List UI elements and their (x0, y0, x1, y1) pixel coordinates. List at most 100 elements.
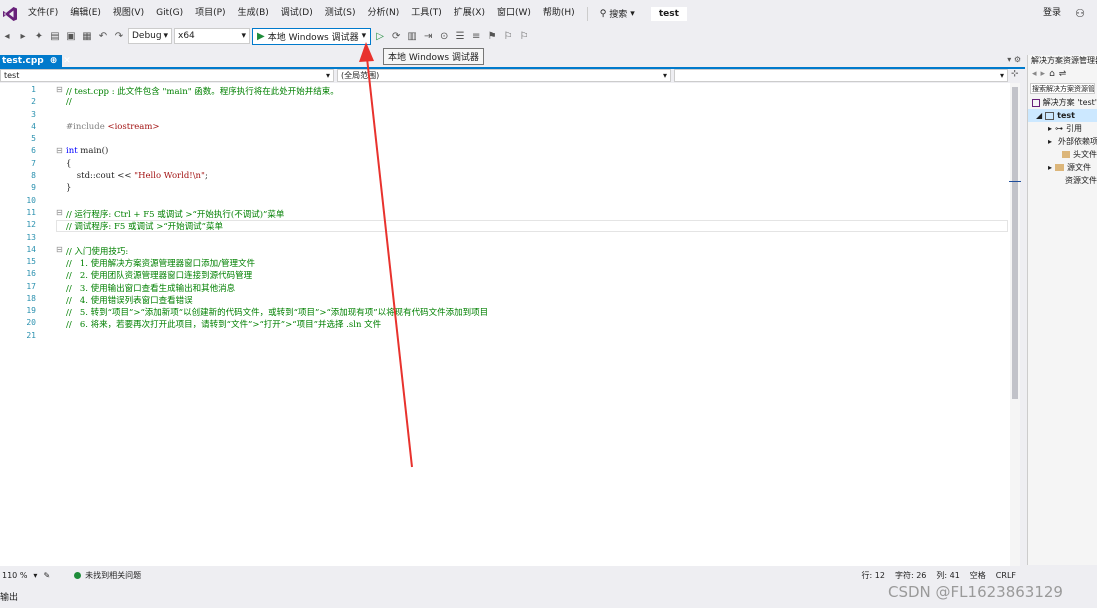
project-dropdown-value: test (4, 71, 20, 80)
tree-item-external-deps[interactable]: ▸ 外部依赖项 (1028, 135, 1097, 148)
chevron-right-icon: ▸ (1048, 137, 1053, 146)
tree-item-solution[interactable]: 解决方案 'test' (1028, 96, 1097, 109)
tab-test-cpp[interactable]: test.cpp ⊕ ✕ (0, 55, 71, 67)
platform-select[interactable]: x64 ▾ (174, 28, 250, 44)
save-all-icon[interactable]: ▦ (80, 29, 94, 43)
line-number: 9 (31, 183, 36, 192)
code-line-16: // 2. 使用团队资源管理器窗口连接到源代码管理 (66, 271, 253, 281)
back-icon[interactable]: ◂ (0, 29, 14, 43)
tree-item-resource-files[interactable]: 资源文件 (1028, 174, 1097, 187)
solution-explorer-toolbar: ◂ ▸ ⌂ ⇌ (1028, 67, 1097, 81)
line-number: 1 (31, 85, 36, 94)
fold-toggle-icon[interactable]: ⊟ (56, 146, 63, 155)
menu-test[interactable]: 测试(S) (319, 0, 362, 27)
undo-icon[interactable]: ↶ (96, 29, 110, 43)
line-ending-indicator[interactable]: CRLF (996, 571, 1016, 580)
tree-item-references[interactable]: ▸ ⊶ 引用 (1028, 122, 1097, 135)
split-editor-icon[interactable]: ⊹ (1011, 69, 1019, 82)
comment-icon[interactable]: ☰ (453, 29, 467, 43)
solution-search-input[interactable]: 搜索解决方案资源管理器 (1030, 83, 1095, 94)
login-link[interactable]: 登录 (1043, 0, 1061, 27)
forward-icon[interactable]: ▸ (1041, 69, 1046, 79)
account-icon[interactable]: ⚇ (1075, 7, 1085, 20)
project-dropdown[interactable]: test ▾ (0, 69, 334, 82)
diagnostics-icon[interactable]: ▥ (405, 29, 419, 43)
home-icon[interactable]: ⌂ (1049, 69, 1055, 79)
switch-views-icon[interactable]: ⇌ (1059, 69, 1067, 79)
document-tab-strip: test.cpp ⊕ ✕ ▾ ⚙ (0, 55, 1025, 69)
scope-dropdown[interactable]: (全局范围) ▾ (337, 69, 671, 82)
issues-label: 未找到相关问题 (85, 570, 142, 580)
breakpoint-icon[interactable]: ⊙ (437, 29, 451, 43)
line-number: 5 (31, 134, 36, 143)
start-debugging-label: 本地 Windows 调试器 (267, 32, 359, 43)
menu-window[interactable]: 窗口(W) (491, 0, 537, 27)
code-line-15: // 1. 使用解决方案资源管理器窗口添加/管理文件 (66, 259, 256, 269)
code-line-2: // (66, 97, 72, 107)
fold-toggle-icon[interactable]: ⊟ (56, 85, 63, 94)
chevron-right-icon: ▸ (1048, 124, 1053, 133)
menu-edit[interactable]: 编辑(E) (64, 0, 107, 27)
semicolon: ; (204, 171, 208, 181)
folder-icon (1055, 164, 1065, 171)
start-without-debugging-icon[interactable]: ▷ (373, 29, 387, 43)
tree-item-source-files[interactable]: ▸ 源文件 (1028, 161, 1097, 174)
save-icon[interactable]: ▣ (64, 29, 78, 43)
open-folder-icon[interactable]: ▤ (48, 29, 62, 43)
menu-help[interactable]: 帮助(H) (537, 0, 581, 27)
chevron-down-icon: ▾ (999, 71, 1004, 80)
code-line-20: // 6. 将来，若要再次打开此项目，请转到“文件”>“打开”>“项目”并选择 … (66, 320, 382, 330)
scrollbar-thumb[interactable] (1012, 87, 1018, 399)
code-line-19: // 5. 转到“项目”>“添加新项”以创建新的代码文件，或转到“项目”>“添加… (66, 308, 489, 318)
code-editor[interactable]: 1 2 3 4 5 6 7 8 9 10 11 12 13 14 15 16 1… (0, 83, 1020, 566)
menu-view[interactable]: 视图(V) (107, 0, 150, 27)
step-over-icon[interactable]: ⇥ (421, 29, 435, 43)
scope-dropdown-value: (全局范围) (341, 71, 380, 80)
line-number: 18 (26, 294, 36, 303)
line-number: 14 (26, 245, 36, 254)
next-bookmark-icon[interactable]: ⚐ (517, 29, 531, 43)
back-icon[interactable]: ◂ (1032, 69, 1037, 79)
tree-item-header-files[interactable]: 头文件 (1028, 148, 1097, 161)
menu-git[interactable]: Git(G) (150, 0, 189, 27)
menu-file[interactable]: 文件(F) (22, 0, 64, 27)
code-line-12: // 调试程序: F5 或调试 >“开始调试”菜单 (66, 222, 224, 232)
fold-toggle-icon[interactable]: ⊟ (56, 245, 63, 254)
menu-debug[interactable]: 调试(D) (275, 0, 319, 27)
output-title[interactable]: 输出 (0, 593, 18, 603)
menu-build[interactable]: 生成(B) (232, 0, 275, 27)
new-project-icon[interactable]: ✦ (32, 29, 46, 43)
menu-extensions[interactable]: 扩展(X) (448, 0, 491, 27)
check-icon (74, 571, 82, 579)
issues-indicator[interactable]: 未找到相关问题 (74, 570, 141, 581)
hot-reload-icon[interactable]: ⟳ (389, 29, 403, 43)
menu-analyze[interactable]: 分析(N) (361, 0, 405, 27)
tree-item-label: test (1057, 111, 1075, 120)
menu-project[interactable]: 项目(P) (189, 0, 231, 27)
tab-options-icon[interactable]: ▾ ⚙ (1007, 55, 1021, 64)
references-icon: ⊶ (1055, 124, 1064, 133)
brush-icon: ✎ (43, 570, 51, 580)
search-button[interactable]: ⚲ 搜索 ▾ (594, 7, 641, 21)
folder-icon (1062, 151, 1070, 158)
tree-item-project[interactable]: ◢ test (1028, 109, 1097, 122)
indent-indicator[interactable]: 空格 (970, 570, 986, 581)
chevron-down-icon: ▾ (325, 71, 330, 80)
line-number: 11 (26, 208, 36, 217)
chevron-down-icon: ▾ (630, 8, 635, 19)
expanded-icon: ◢ (1036, 111, 1043, 120)
configuration-select[interactable]: Debug ▾ (128, 28, 172, 44)
uncomment-icon[interactable]: ≡ (469, 29, 483, 43)
char-indicator: 字符: 26 (894, 570, 927, 580)
forward-icon[interactable]: ▸ (16, 29, 30, 43)
redo-icon[interactable]: ↷ (112, 29, 126, 43)
close-icon[interactable]: ✕ (63, 56, 71, 66)
fold-toggle-icon[interactable]: ⊟ (56, 208, 63, 217)
member-dropdown[interactable]: ▾ (674, 69, 1008, 82)
zoom-select[interactable]: 110 % ▾ ✎ (2, 571, 50, 580)
start-debugging-button[interactable]: ▶ 本地 Windows 调试器 ▾ (252, 27, 372, 45)
pin-icon[interactable]: ⊕ (50, 56, 58, 66)
prev-bookmark-icon[interactable]: ⚐ (501, 29, 515, 43)
bookmark-icon[interactable]: ⚑ (485, 29, 499, 43)
menu-tools[interactable]: 工具(T) (405, 0, 448, 27)
